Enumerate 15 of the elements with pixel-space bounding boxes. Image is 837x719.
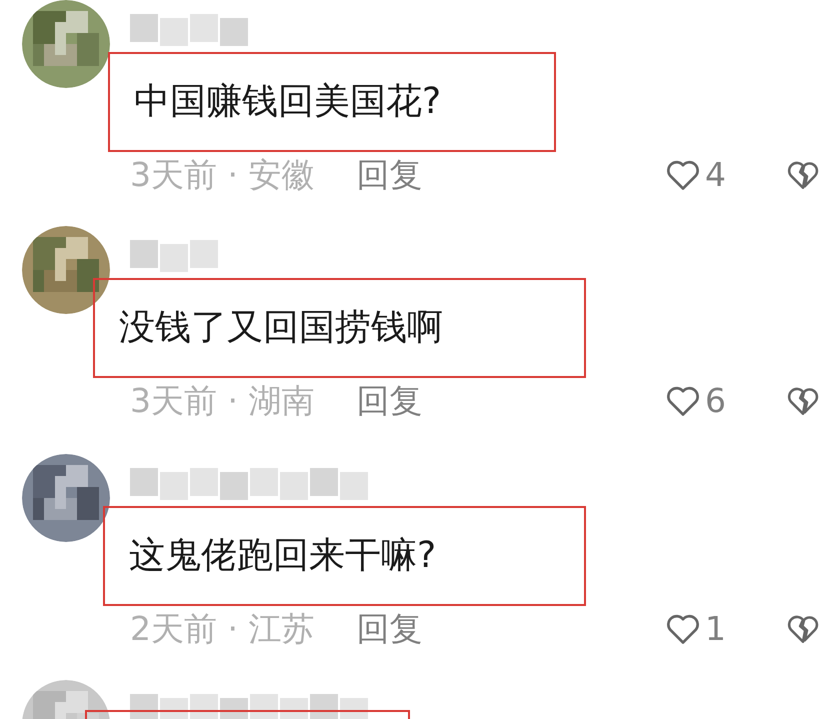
comment-time-location: 3天前 · 安徽 <box>130 154 314 196</box>
like-count: 4 <box>705 154 726 196</box>
like-count: 1 <box>705 608 726 650</box>
comment-time-location: 2天前 · 江苏 <box>130 608 314 650</box>
comment-time-location: 3天前 · 湖南 <box>130 380 314 422</box>
comment-text: 中国赚钱回美国花? <box>134 80 442 124</box>
broken-heart-icon[interactable] <box>786 612 820 645</box>
broken-heart-icon[interactable] <box>786 384 820 417</box>
reply-button[interactable]: 回复 <box>356 604 422 654</box>
reply-button[interactable]: 回复 <box>356 150 422 200</box>
like-count: 6 <box>705 380 726 422</box>
broken-heart-icon[interactable] <box>786 158 820 191</box>
comment-text: 这鬼佬跑回来干嘛? <box>129 534 436 578</box>
comment-text: 没钱了又回国捞钱啊 <box>119 306 443 350</box>
reply-button[interactable]: 回复 <box>356 376 422 426</box>
